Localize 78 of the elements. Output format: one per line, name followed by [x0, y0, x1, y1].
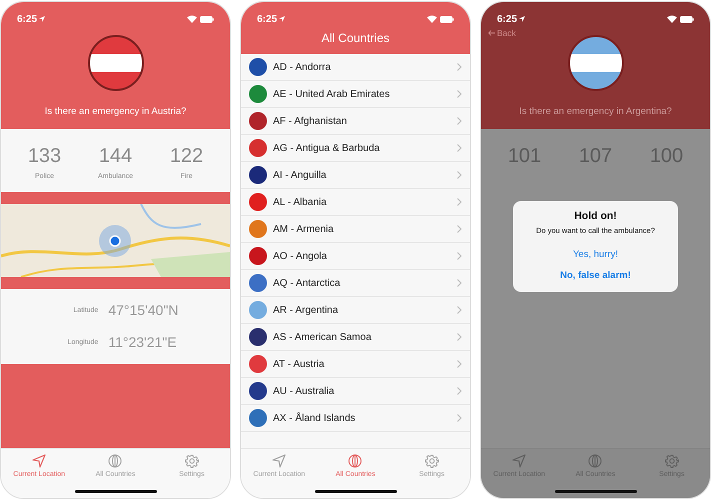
country-row[interactable]: AO - Angola	[241, 243, 470, 270]
battery-icon	[440, 16, 454, 22]
chevron-icon	[457, 414, 462, 422]
country-name: AU - Australia	[273, 386, 336, 396]
country-row[interactable]: AF - Afghanistan	[241, 108, 470, 135]
location-arrow-icon	[519, 16, 526, 22]
country-name: AQ - Antarctica	[273, 278, 342, 288]
emergency-question: Is there an emergency in Argentina?	[519, 106, 672, 117]
settings-icon	[184, 454, 199, 468]
country-row[interactable]: AD - Andorra	[241, 54, 470, 81]
country-name: AT - Austria	[273, 358, 326, 370]
chevron-icon	[457, 387, 462, 395]
wifi-icon	[667, 15, 677, 23]
back-link[interactable]: Back	[488, 28, 516, 38]
country-row[interactable]: AG - Antigua & Barbuda	[241, 135, 470, 162]
emergency-number[interactable]: 144	[98, 145, 132, 168]
country-name: AF - Afghanistan	[273, 116, 348, 126]
country-row[interactable]: AL - Albania	[241, 189, 470, 216]
battery-icon	[200, 16, 214, 22]
chevron-icon	[457, 252, 462, 260]
globe-icon	[348, 454, 362, 468]
flag-icon	[86, 34, 144, 92]
country-row[interactable]: AM - Armenia	[241, 216, 470, 243]
status-time: 6:25	[497, 14, 518, 24]
settings-icon	[424, 454, 439, 468]
emergency-number[interactable]: 133	[28, 145, 62, 168]
chevron-icon	[457, 225, 462, 233]
dialog-title: Hold on!	[574, 210, 617, 222]
country-name: AX - Åland Islands	[273, 412, 356, 424]
country-name: AE - United Arab Emirates	[273, 88, 391, 100]
chevron-icon	[457, 333, 462, 341]
navigation-arrow-icon	[32, 454, 46, 468]
navigation-arrow-icon	[272, 454, 286, 468]
wifi-icon	[427, 15, 437, 23]
country-row[interactable]: AS - American Samoa	[241, 324, 470, 351]
emergency-number[interactable]: 122	[170, 145, 204, 168]
country-row[interactable]: AE - United Arab Emirates	[241, 81, 470, 108]
status-time: 6:25	[257, 14, 278, 24]
chevron-icon	[457, 198, 462, 206]
wifi-icon	[187, 15, 197, 23]
dialog-button[interactable]: Yes, hurry!	[568, 244, 622, 265]
dialog-button[interactable]: No, false alarm!	[556, 265, 635, 286]
country-row[interactable]: AI - Anguilla	[241, 162, 470, 189]
coordinate-value: 11°23'21"E	[108, 334, 178, 350]
emergency-question: Is there an emergency in Austria?	[44, 106, 186, 117]
globe-icon	[588, 454, 602, 468]
screen-title: All Countries	[321, 31, 390, 45]
back-arrow-icon	[488, 30, 495, 36]
chevron-icon	[457, 360, 462, 368]
country-row[interactable]: AU - Australia	[241, 378, 470, 405]
country-name: AI - Anguilla	[273, 170, 328, 180]
flag-icon	[566, 34, 624, 92]
country-row[interactable]: AX - Åland Islands	[241, 405, 470, 432]
chevron-icon	[457, 117, 462, 125]
coordinate-value: 47°15'40"N	[108, 302, 180, 318]
country-name: AM - Armenia	[273, 224, 335, 234]
location-arrow-icon	[279, 16, 286, 22]
battery-icon	[680, 16, 694, 22]
location-arrow-icon	[39, 16, 46, 22]
country-name: AR - Argentina	[273, 304, 340, 316]
country-row[interactable]: AT - Austria	[241, 351, 470, 378]
navigation-arrow-icon	[512, 454, 526, 468]
country-name: AG - Antigua & Barbuda	[273, 142, 381, 154]
country-row[interactable]: AQ - Antarctica	[241, 270, 470, 297]
country-row[interactable]: AR - Argentina	[241, 297, 470, 324]
chevron-icon	[457, 90, 462, 98]
chevron-icon	[457, 63, 462, 71]
globe-icon	[108, 454, 122, 468]
chevron-icon	[457, 171, 462, 179]
chevron-icon	[457, 279, 462, 287]
country-name: AL - Albania	[273, 196, 328, 208]
country-name: AD - Andorra	[273, 62, 332, 72]
country-name: AO - Angola	[273, 250, 328, 262]
settings-icon	[664, 454, 679, 468]
country-name: AS - American Samoa	[273, 332, 372, 342]
chevron-icon	[457, 144, 462, 152]
status-time: 6:25	[17, 14, 38, 24]
chevron-icon	[457, 306, 462, 314]
